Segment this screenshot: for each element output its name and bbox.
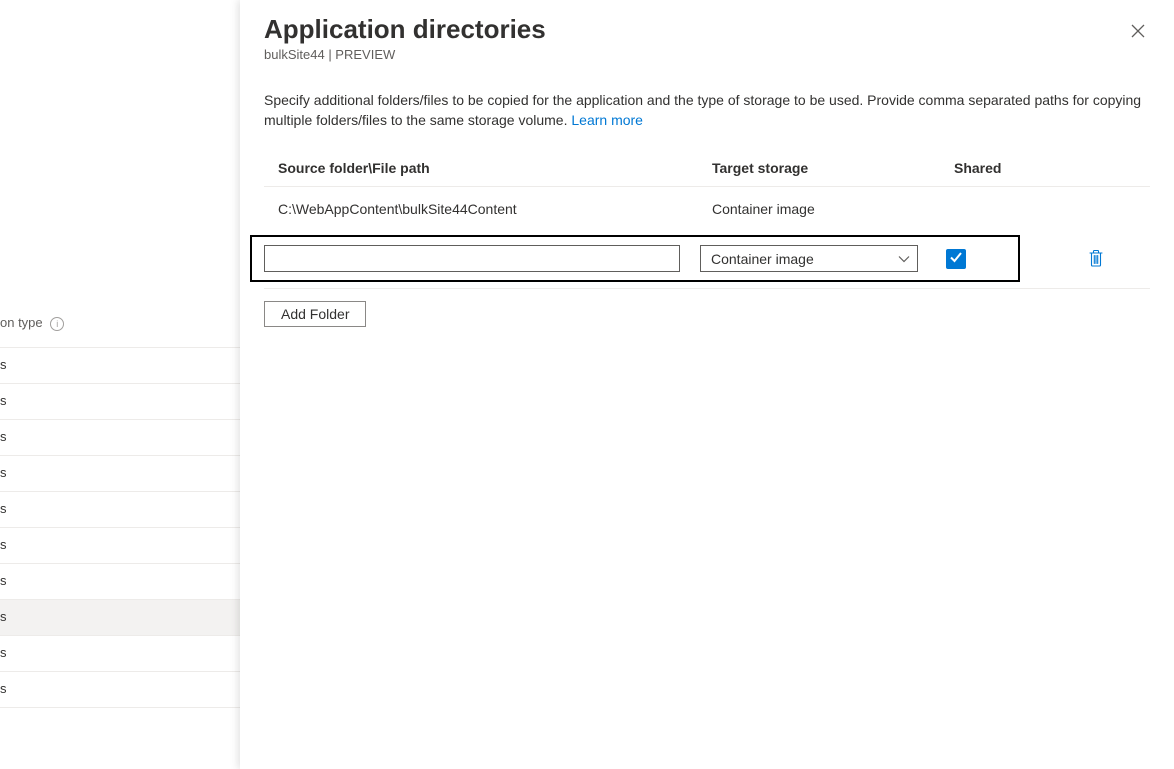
target-storage-selected-value: Container image (711, 251, 814, 267)
table-row: C:\WebAppContent\bulkSite44Content Conta… (264, 187, 1150, 231)
source-path-input[interactable] (264, 245, 680, 272)
row-source-path: C:\WebAppContent\bulkSite44Content (278, 201, 712, 217)
shared-checkbox[interactable] (946, 249, 966, 269)
delete-row-button[interactable] (1084, 245, 1108, 274)
list-item[interactable]: s (0, 636, 240, 672)
background-list: on type i ssssssssss (0, 0, 240, 769)
editable-row-container: Container image (264, 231, 1150, 289)
list-item[interactable]: s (0, 600, 240, 636)
list-item[interactable]: s (0, 528, 240, 564)
col-header-target: Target storage (712, 160, 954, 176)
list-item[interactable]: s (0, 420, 240, 456)
description-text: Specify additional folders/files to be c… (264, 90, 1150, 130)
description-body: Specify additional folders/files to be c… (264, 92, 1141, 128)
list-item[interactable]: s (0, 492, 240, 528)
checkmark-icon (949, 250, 963, 267)
trash-icon (1088, 255, 1104, 270)
bg-rows-container: ssssssssss (0, 348, 240, 708)
list-item[interactable]: s (0, 348, 240, 384)
list-item[interactable]: s (0, 456, 240, 492)
bg-column-header: on type i (0, 315, 64, 331)
blade-header: Application directories bulkSite44 | PRE… (264, 14, 1150, 62)
close-icon (1131, 24, 1145, 41)
learn-more-link[interactable]: Learn more (571, 112, 643, 128)
add-folder-button[interactable]: Add Folder (264, 301, 366, 327)
directories-table: Source folder\File path Target storage S… (264, 152, 1150, 289)
bg-column-header-text: on type (0, 315, 43, 330)
table-header-row: Source folder\File path Target storage S… (264, 152, 1150, 187)
highlighted-edit-region: Container image (250, 235, 1020, 282)
edit-row: Container image (264, 245, 1006, 272)
col-header-source: Source folder\File path (278, 160, 712, 176)
list-item[interactable]: s (0, 672, 240, 708)
delete-cell (1034, 245, 1150, 274)
close-button[interactable] (1126, 20, 1150, 44)
page-subtitle: bulkSite44 | PREVIEW (264, 47, 1150, 62)
list-item[interactable]: s (0, 384, 240, 420)
blade-panel: Application directories bulkSite44 | PRE… (240, 0, 1174, 769)
col-header-shared: Shared (954, 160, 1044, 176)
list-item[interactable]: s (0, 564, 240, 600)
row-target-storage: Container image (712, 201, 954, 217)
page-title: Application directories (264, 14, 1150, 45)
target-storage-select[interactable]: Container image (700, 245, 918, 272)
target-storage-select-box[interactable]: Container image (700, 245, 918, 272)
info-icon: i (50, 317, 64, 331)
